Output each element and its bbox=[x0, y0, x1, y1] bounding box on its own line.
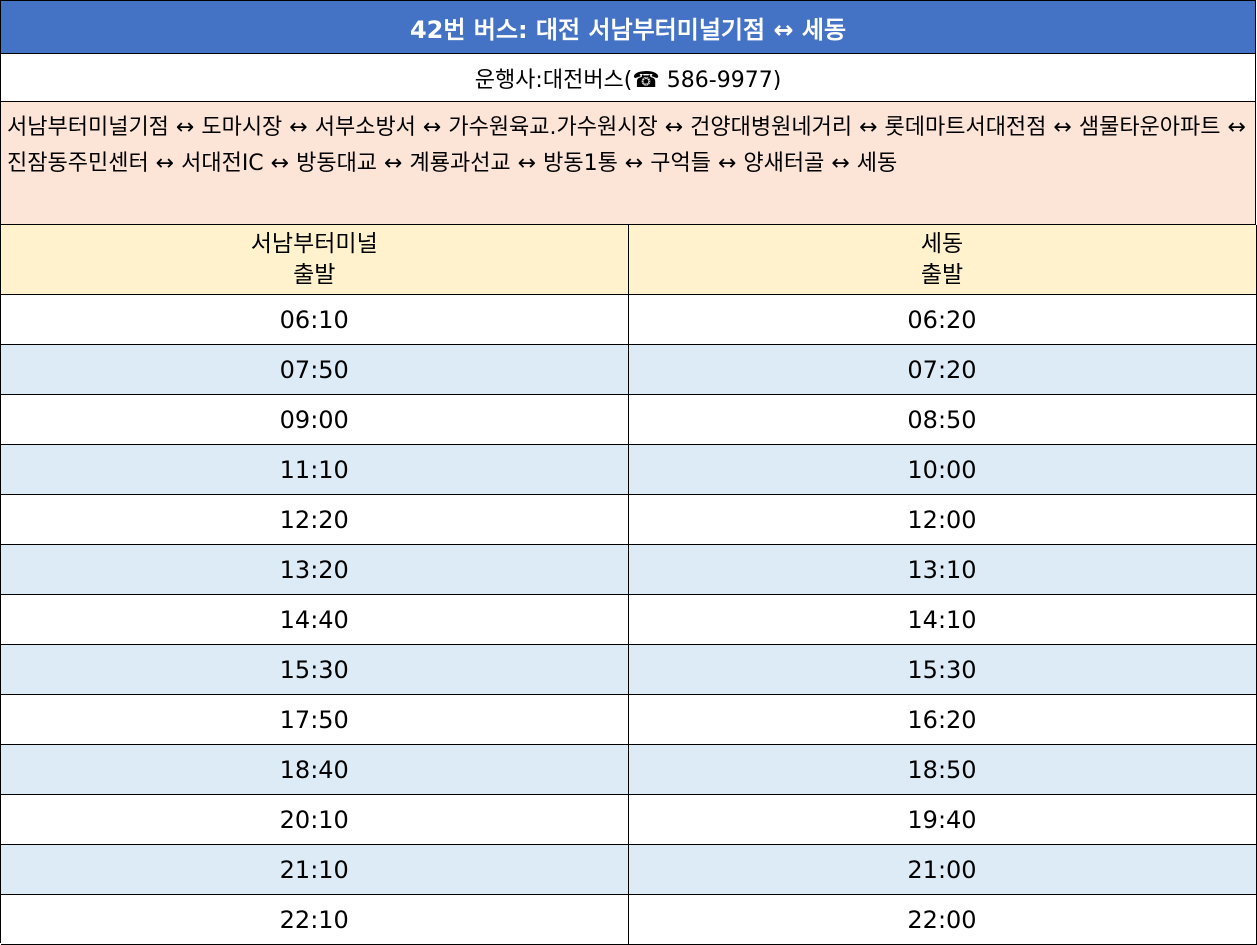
departure-time: 12:20 bbox=[1, 494, 629, 545]
table-row: 21:10 21:00 bbox=[1, 844, 1257, 895]
table-row: 12:20 12:00 bbox=[1, 494, 1257, 545]
timetable-sheet: 42번 버스: 대전 서남부터미널기점 ↔ 세동 운행사:대전버스(☎ 586-… bbox=[0, 0, 1257, 945]
departure-time: 14:10 bbox=[628, 594, 1257, 645]
page-title: 42번 버스: 대전 서남부터미널기점 ↔ 세동 bbox=[1, 1, 1256, 54]
departure-time: 06:20 bbox=[628, 294, 1257, 345]
departure-time: 12:00 bbox=[628, 494, 1257, 545]
departure-time: 08:50 bbox=[628, 394, 1257, 445]
departure-time: 07:50 bbox=[1, 344, 629, 395]
column-header-sedong: 세동 출발 bbox=[628, 225, 1257, 295]
route-stops: 서남부터미널기점 ↔ 도마시장 ↔ 서부소방서 ↔ 가수원육교.가수원시장 ↔ … bbox=[1, 102, 1256, 225]
table-row: 09:00 08:50 bbox=[1, 394, 1257, 445]
departure-time: 15:30 bbox=[1, 644, 629, 695]
departure-time: 10:00 bbox=[628, 444, 1257, 495]
table-row: 20:10 19:40 bbox=[1, 794, 1257, 845]
departure-time: 21:00 bbox=[628, 844, 1257, 895]
departure-time: 19:40 bbox=[628, 794, 1257, 845]
table-row: 14:40 14:10 bbox=[1, 594, 1257, 645]
table-row: 18:40 18:50 bbox=[1, 744, 1257, 795]
departure-time: 21:10 bbox=[1, 844, 629, 895]
table-header-row: 서남부터미널 출발 세동 출발 bbox=[1, 225, 1257, 295]
departure-time: 06:10 bbox=[1, 294, 629, 345]
departure-time: 22:10 bbox=[1, 894, 629, 945]
departure-time: 07:20 bbox=[628, 344, 1257, 395]
departure-time: 15:30 bbox=[628, 644, 1257, 695]
departure-time: 14:40 bbox=[1, 594, 629, 645]
table-row: 17:50 16:20 bbox=[1, 694, 1257, 745]
departure-time: 09:00 bbox=[1, 394, 629, 445]
departure-time: 18:50 bbox=[628, 744, 1257, 795]
table-row: 15:30 15:30 bbox=[1, 644, 1257, 695]
departure-time: 13:20 bbox=[1, 544, 629, 595]
column-header-line: 출발 bbox=[293, 261, 336, 288]
table-row: 22:10 22:00 bbox=[1, 894, 1257, 945]
column-header-line: 서남부터미널 bbox=[250, 230, 378, 257]
departure-time: 11:10 bbox=[1, 444, 629, 495]
operator-info: 운행사:대전버스(☎ 586-9977) bbox=[1, 54, 1256, 102]
table-row: 11:10 10:00 bbox=[1, 444, 1257, 495]
departure-time: 17:50 bbox=[1, 694, 629, 745]
schedule-table: 서남부터미널 출발 세동 출발 06:10 06:20 07:50 07:20 09… bbox=[1, 225, 1257, 945]
departure-time: 18:40 bbox=[1, 744, 629, 795]
column-header-line: 출발 bbox=[920, 261, 964, 288]
column-header-line: 세동 bbox=[920, 230, 964, 257]
departure-time: 16:20 bbox=[628, 694, 1257, 745]
departure-time: 20:10 bbox=[1, 794, 629, 845]
table-row: 06:10 06:20 bbox=[1, 294, 1257, 345]
column-header-terminal: 서남부터미널 출발 bbox=[1, 225, 629, 295]
departure-time: 13:10 bbox=[628, 544, 1257, 595]
table-row: 07:50 07:20 bbox=[1, 344, 1257, 395]
table-row: 13:20 13:10 bbox=[1, 544, 1257, 595]
departure-time: 22:00 bbox=[628, 894, 1257, 945]
